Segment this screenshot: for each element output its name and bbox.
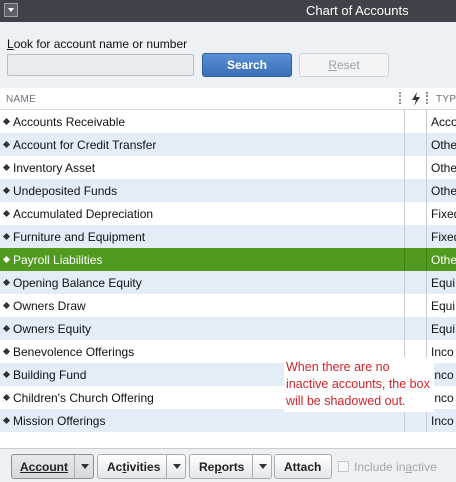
diamond-icon [2, 117, 11, 126]
account-type: Accou [431, 115, 456, 129]
diamond-icon [2, 186, 11, 195]
diamond-icon [2, 324, 11, 333]
chevron-down-icon [81, 464, 89, 469]
account-type: Equi [431, 276, 456, 290]
flag-cell [404, 156, 427, 179]
account-button-label: Account [20, 460, 68, 474]
account-name: Undeposited Funds [13, 184, 118, 198]
account-name: Accounts Receivable [13, 115, 126, 129]
account-row[interactable]: Payroll Liabilities Othe [0, 248, 456, 271]
account-row[interactable]: Owners Equity Equi [0, 317, 456, 340]
account-type: Inco [431, 414, 454, 428]
account-name: Mission Offerings [13, 414, 106, 428]
account-type: Othe [431, 253, 456, 267]
account-row[interactable]: Undeposited Funds Othe [0, 179, 456, 202]
account-type: Equi [431, 299, 456, 313]
account-row[interactable]: Accounts Receivable Accou [0, 110, 456, 133]
account-row[interactable]: Inventory Asset Othe [0, 156, 456, 179]
attach-button-label: Attach [284, 460, 322, 474]
column-header: NAME TYP [0, 88, 456, 110]
diamond-icon [2, 301, 11, 310]
flag-cell [404, 271, 427, 294]
account-name: Inventory Asset [13, 161, 96, 175]
chevron-down-icon [259, 464, 267, 469]
system-menu-icon[interactable] [4, 3, 18, 17]
account-row[interactable]: Owners Draw Equi [0, 294, 456, 317]
flag-cell [404, 179, 427, 202]
diamond-icon [2, 140, 11, 149]
diamond-icon [2, 347, 11, 356]
account-dropdown[interactable] [74, 455, 94, 478]
account-name: Owners Draw [13, 299, 86, 313]
window-title: Chart of Accounts [306, 3, 409, 18]
column-resize-handle[interactable] [426, 92, 429, 104]
diamond-icon [2, 393, 11, 402]
diamond-icon [2, 416, 11, 425]
account-type: Fixed [431, 207, 456, 221]
account-name: Owners Equity [13, 322, 92, 336]
account-name: Benevolence Offerings [13, 345, 135, 359]
flag-cell [404, 317, 427, 340]
diamond-icon [2, 370, 11, 379]
flag-cell [404, 110, 427, 133]
account-type: Othe [431, 184, 456, 198]
flag-cell [404, 225, 427, 248]
account-type: Othe [431, 138, 456, 152]
activities-menu-button[interactable]: Activities [97, 454, 186, 479]
lightning-icon[interactable] [409, 91, 423, 107]
reports-dropdown[interactable] [252, 455, 272, 478]
account-type: Equi [431, 322, 456, 336]
column-name-header[interactable]: NAME [6, 94, 36, 105]
account-row[interactable]: Opening Balance Equity Equi [0, 271, 456, 294]
flag-cell [404, 409, 427, 432]
account-name: Accumulated Depreciation [13, 207, 154, 221]
flag-cell [404, 133, 427, 156]
account-type: Othe [431, 161, 456, 175]
account-type: Fixed [431, 230, 456, 244]
flag-cell [404, 202, 427, 225]
account-menu-button[interactable]: Account [11, 454, 94, 479]
account-type: Inco [431, 345, 454, 359]
diamond-icon [2, 163, 11, 172]
reports-button-label: Reports [199, 460, 245, 474]
flag-cell [404, 248, 427, 271]
account-type: Inco [431, 391, 454, 405]
include-inactive-checkbox[interactable] [338, 461, 349, 472]
footer-toolbar: Account Activities Reports Attach Includ… [0, 448, 456, 482]
search-button[interactable]: Search [202, 53, 292, 77]
account-type: Inco [431, 368, 454, 382]
account-row[interactable]: Mission Offerings Inco [0, 409, 456, 432]
chevron-down-icon [173, 464, 181, 469]
reset-button[interactable]: Reset [299, 53, 389, 77]
account-name: Account for Credit Transfer [13, 138, 157, 152]
account-row[interactable]: Accumulated Depreciation Fixed [0, 202, 456, 225]
activities-button-label: Activities [107, 460, 161, 474]
account-row[interactable]: Account for Credit Transfer Othe [0, 133, 456, 156]
include-inactive-label: Include inactive [354, 460, 437, 474]
search-label: Look for account name or number [7, 37, 188, 51]
account-name: Building Fund [13, 368, 87, 382]
activities-dropdown[interactable] [166, 455, 186, 478]
account-row[interactable]: Furniture and Equipment Fixed [0, 225, 456, 248]
account-name: Payroll Liabilities [13, 253, 103, 267]
account-name: Opening Balance Equity [13, 276, 142, 290]
account-name: Furniture and Equipment [13, 230, 146, 244]
diamond-icon [2, 278, 11, 287]
search-panel: Look for account name or number Search R… [0, 22, 456, 88]
title-bar: Chart of Accounts [0, 0, 456, 22]
search-input[interactable] [7, 54, 194, 76]
diamond-icon [2, 209, 11, 218]
diamond-icon [2, 255, 11, 264]
annotation-callout: When there are no inactive accounts, the… [284, 357, 434, 412]
reports-menu-button[interactable]: Reports [189, 454, 272, 479]
column-resize-handle[interactable] [399, 92, 402, 104]
flag-cell [404, 294, 427, 317]
diamond-icon [2, 232, 11, 241]
column-type-header[interactable]: TYP [436, 94, 456, 105]
account-name: Children's Church Offering [13, 391, 154, 405]
attach-button[interactable]: Attach [274, 454, 332, 479]
